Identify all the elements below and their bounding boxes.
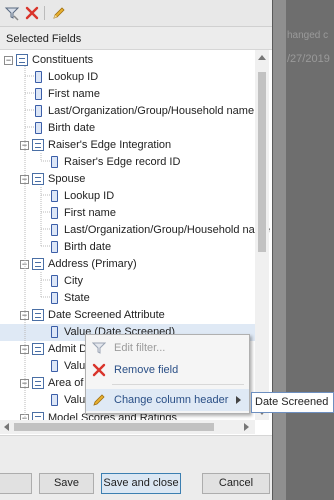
- tree-leaf-label: City: [64, 275, 83, 287]
- remove-icon: [25, 6, 39, 20]
- scroll-left-icon[interactable]: [3, 423, 9, 431]
- export-fields-dialog: Selected Fields − Constituents Lookup ID…: [0, 0, 272, 500]
- tree-leaf-label: Birth date: [64, 241, 112, 253]
- tree-leaf-label: First name: [64, 207, 116, 219]
- menu-item-change-column-header[interactable]: Change column header: [86, 389, 249, 411]
- menu-item-label: Change column header: [114, 394, 229, 406]
- menu-separator: [112, 384, 244, 385]
- tree-node-label: Raiser's Edge Integration: [48, 139, 172, 151]
- remove-icon: [92, 363, 106, 377]
- menu-item-label: Remove field: [114, 364, 179, 376]
- tree-leaf-label: Valu: [64, 394, 86, 406]
- tree-leaf-label: Last/Organization/Group/Household name: [48, 105, 255, 117]
- tree-horizontal-scrollbar[interactable]: [0, 420, 255, 434]
- partial-button[interactable]: [0, 473, 32, 494]
- selected-fields-title: Selected Fields: [6, 33, 82, 45]
- remove-field-button[interactable]: [23, 4, 41, 22]
- tree-node-label: Address (Primary): [48, 258, 137, 270]
- filter-button[interactable]: [3, 4, 21, 22]
- menu-item-edit-filter[interactable]: Edit filter...: [86, 337, 249, 359]
- filter-icon: [92, 342, 106, 354]
- vertical-scroll-thumb[interactable]: [258, 72, 266, 252]
- toolbar-separator: [44, 6, 45, 20]
- scroll-right-icon[interactable]: [244, 423, 250, 431]
- background-changed-text: hanged c: [287, 30, 329, 41]
- submenu-arrow-icon: [236, 396, 241, 404]
- cancel-button[interactable]: Cancel: [202, 473, 270, 494]
- tree-leaf-label: Valu: [64, 360, 86, 372]
- background-window: [286, 0, 334, 500]
- tree-leaf-label: Last/Organization/Group/Household name: [64, 224, 271, 236]
- horizontal-scroll-thumb[interactable]: [14, 423, 214, 431]
- save-button[interactable]: Save: [39, 473, 94, 494]
- save-and-close-button[interactable]: Save and close: [101, 473, 181, 494]
- tree-connectors: [24, 66, 50, 419]
- background-date-text: /27/2019: [287, 53, 330, 65]
- pencil-icon: [93, 394, 105, 406]
- filter-icon: [4, 7, 20, 21]
- fields-toolbar: [0, 0, 272, 27]
- tree-leaf-label: Raiser's Edge record ID: [64, 156, 181, 168]
- pencil-icon: [53, 7, 65, 19]
- menu-item-remove-field[interactable]: Remove field: [86, 359, 249, 381]
- tree-vertical-scrollbar[interactable]: [255, 50, 269, 420]
- edit-header-button[interactable]: [50, 4, 68, 22]
- tree-leaf-label: State: [64, 292, 90, 304]
- column-header-input[interactable]: Date Screened: [251, 392, 334, 413]
- field-context-menu: Edit filter... Remove field Change colum…: [85, 334, 250, 414]
- menu-item-label: Edit filter...: [114, 342, 166, 354]
- tree-node-label: Date Screened Attribute: [48, 309, 165, 321]
- tree-leaf-label: Lookup ID: [64, 190, 115, 202]
- scroll-up-icon[interactable]: [258, 54, 266, 60]
